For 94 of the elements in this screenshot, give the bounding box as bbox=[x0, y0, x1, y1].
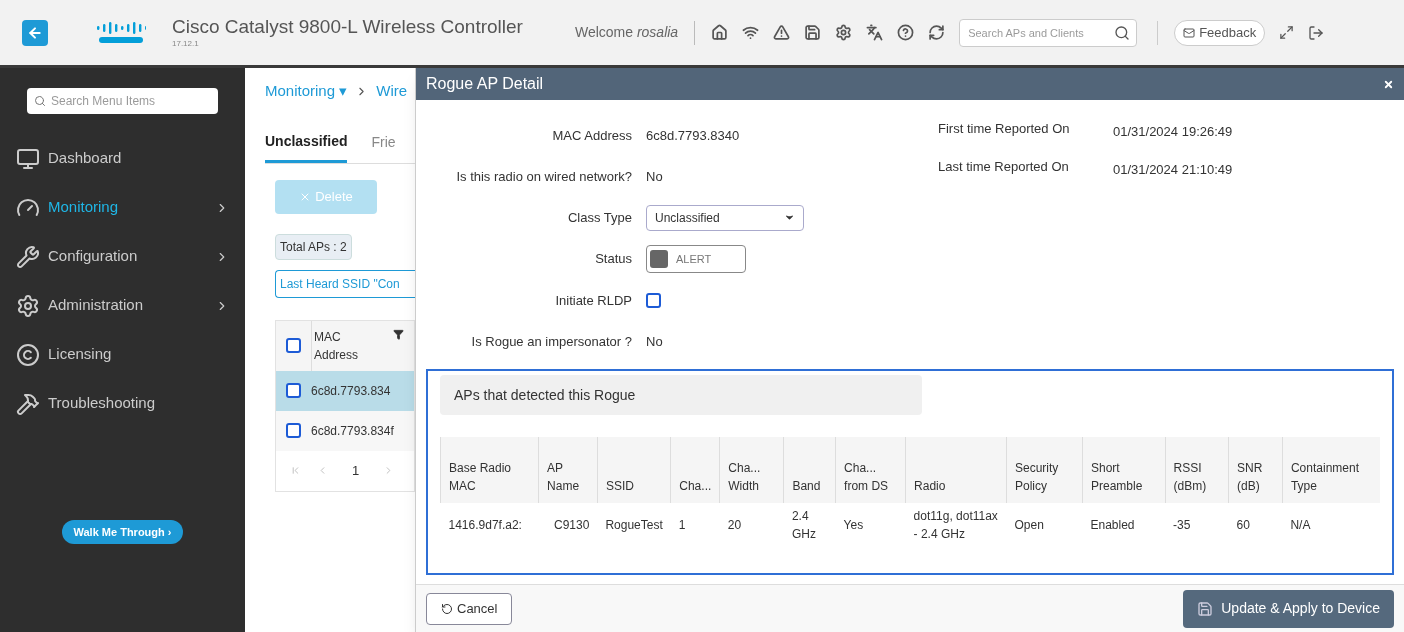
field-label: Initiate RLDP bbox=[554, 291, 633, 310]
table-cell: 20 bbox=[719, 503, 784, 547]
filter-icon[interactable] bbox=[393, 328, 404, 340]
caret-icon bbox=[784, 212, 795, 223]
cisco-logo bbox=[96, 20, 146, 45]
search-icon bbox=[1114, 24, 1131, 41]
settings-icon[interactable] bbox=[835, 24, 853, 41]
fullscreen-icon[interactable] bbox=[1279, 25, 1295, 40]
field-label: First time Reported On bbox=[938, 122, 1071, 138]
field-label: Is this radio on wired network? bbox=[455, 167, 633, 186]
column-header[interactable]: SSID bbox=[597, 437, 671, 503]
row-checkbox[interactable] bbox=[286, 423, 301, 438]
cancel-button[interactable]: Cancel bbox=[426, 592, 513, 625]
select-all-checkbox[interactable] bbox=[286, 338, 301, 353]
table-cell: Enabled bbox=[1082, 503, 1166, 547]
version-label: 17.12.1 bbox=[172, 38, 200, 51]
column-header[interactable]: Cha... Width bbox=[719, 437, 784, 503]
field-label: MAC Address bbox=[551, 126, 633, 145]
home-icon[interactable] bbox=[711, 24, 729, 41]
welcome-text: Welcome rosalia bbox=[574, 23, 679, 42]
copyright-icon bbox=[16, 342, 40, 367]
row-checkbox[interactable] bbox=[286, 383, 301, 398]
page-number[interactable]: 1 bbox=[344, 460, 368, 481]
sidebar-item[interactable]: Troubleshooting bbox=[16, 379, 229, 428]
column-header[interactable]: Security Policy bbox=[1006, 437, 1083, 503]
search-icon bbox=[34, 95, 46, 107]
table-cell: -35 bbox=[1165, 503, 1229, 547]
field-value: No bbox=[646, 167, 663, 186]
field-label: Class Type bbox=[566, 208, 633, 227]
column-header[interactable]: Cha... bbox=[670, 437, 720, 503]
table-cell: 1416.9d7f.a2: bbox=[440, 503, 539, 547]
field-value: 01/31/2024 19:26:49 bbox=[1113, 123, 1233, 141]
table-cell: dot11g, dot11ax - 2.4 GHz bbox=[905, 503, 1007, 547]
save-icon bbox=[1197, 600, 1214, 617]
column-header[interactable]: Radio bbox=[905, 437, 1007, 503]
wireless-settings-icon[interactable] bbox=[742, 24, 760, 41]
mail-icon bbox=[1183, 26, 1196, 39]
class-type-dropdown[interactable]: Unclassified bbox=[646, 204, 804, 231]
table-cell-text: 6c8d.7793.834 bbox=[311, 382, 391, 400]
close-icon[interactable] bbox=[1383, 78, 1394, 90]
wrench-icon bbox=[16, 244, 40, 269]
table-cell: 60 bbox=[1228, 503, 1283, 547]
feedback-button[interactable]: Feedback bbox=[1174, 19, 1266, 46]
field-value: No bbox=[646, 332, 663, 351]
undo-icon bbox=[441, 602, 453, 615]
save-icon[interactable] bbox=[804, 24, 822, 41]
update-apply-button[interactable]: Update & Apply to Device bbox=[1183, 589, 1394, 628]
table-cell: N/A bbox=[1282, 503, 1380, 547]
sidebar-item[interactable]: Monitoring bbox=[16, 183, 229, 232]
sidebar-item[interactable]: Licensing bbox=[16, 330, 229, 379]
table-row[interactable]: 6c8d.7793.834f bbox=[276, 410, 414, 451]
sidebar-item[interactable]: Administration bbox=[16, 281, 229, 330]
sidebar-item[interactable]: Configuration bbox=[16, 232, 229, 281]
column-header[interactable]: Short Preamble bbox=[1082, 437, 1166, 503]
help-icon[interactable] bbox=[897, 24, 915, 41]
alert-icon[interactable] bbox=[773, 24, 791, 41]
column-header[interactable]: RSSI (dBm) bbox=[1165, 437, 1229, 503]
column-header[interactable]: Base Radio MAC bbox=[440, 437, 539, 503]
status-toggle[interactable]: ALERT bbox=[646, 245, 746, 273]
app-title: Cisco Catalyst 9800-L Wireless Controller bbox=[172, 14, 523, 39]
logout-icon[interactable] bbox=[1308, 24, 1325, 41]
column-header[interactable]: SNR (dB) bbox=[1228, 437, 1283, 503]
gear-icon bbox=[16, 293, 40, 318]
column-header[interactable]: Containment Type bbox=[1282, 437, 1380, 503]
field-value: 01/31/2024 21:10:49 bbox=[1113, 160, 1233, 179]
back-button[interactable] bbox=[22, 19, 48, 46]
rldp-checkbox[interactable] bbox=[646, 293, 661, 308]
column-header[interactable]: Cha... from DS bbox=[835, 437, 906, 503]
menu-search-field[interactable]: Search Menu Items bbox=[27, 88, 218, 114]
tab[interactable]: Unclassified bbox=[265, 130, 348, 163]
table-cell: 1 bbox=[670, 503, 720, 547]
refresh-icon[interactable] bbox=[928, 24, 946, 41]
table-cell: RogueTest bbox=[597, 503, 671, 547]
table-cell: Yes bbox=[835, 503, 906, 547]
field-label: Is Rogue an impersonator ? bbox=[470, 332, 633, 351]
table-cell: 2.4 GHz bbox=[783, 503, 836, 547]
table-row[interactable]: 6c8d.7793.834 bbox=[276, 370, 414, 411]
tab[interactable]: Frie bbox=[371, 130, 396, 163]
field-value: 6c8d.7793.8340 bbox=[646, 126, 740, 145]
modal-title: Rogue AP Detail bbox=[426, 74, 545, 94]
column-header[interactable]: Band bbox=[783, 437, 836, 503]
section-title: APs that detected this Rogue bbox=[440, 375, 922, 415]
column-header[interactable]: AP Name bbox=[538, 437, 598, 503]
table-cell-text: 6c8d.7793.834f bbox=[311, 422, 394, 440]
language-icon[interactable] bbox=[866, 24, 884, 41]
sidebar-item[interactable]: Dashboard bbox=[16, 134, 229, 183]
field-label: Last time Reported On bbox=[938, 159, 1070, 176]
tools-icon bbox=[16, 391, 40, 416]
search-field[interactable]: Search APs and Clients bbox=[959, 18, 1138, 47]
total-aps-badge: Total APs : 2 bbox=[275, 233, 352, 260]
dashboard-icon bbox=[16, 146, 40, 171]
table-cell: Open bbox=[1006, 503, 1083, 547]
field-label: Status bbox=[594, 250, 633, 269]
table-cell: C9130 bbox=[538, 503, 598, 547]
